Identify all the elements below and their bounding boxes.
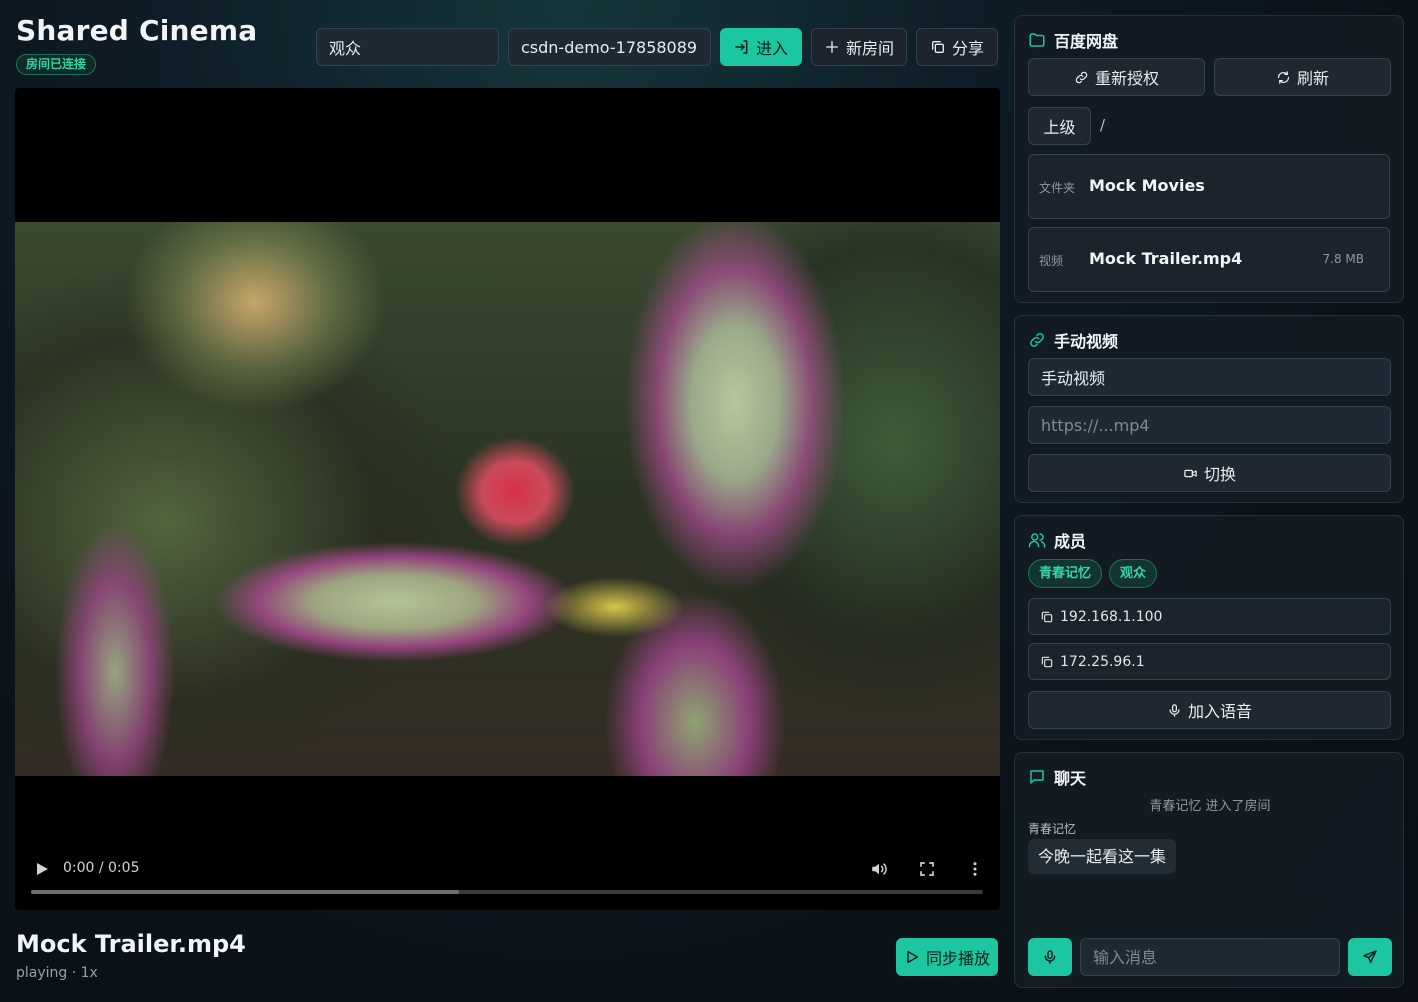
enter-room-button[interactable]: 进入 [720,28,802,66]
share-button[interactable]: 分享 [916,28,998,66]
video-controls: 0:00 / 0:05 [15,840,1000,910]
new-room-button[interactable]: 新房间 [811,28,907,66]
chat-icon [1030,770,1044,784]
now-playing-status: playing · 1x [16,965,98,981]
parent-dir-label: 上级 [1043,118,1076,137]
address-text: 172.25.96.1 [1060,653,1145,670]
baidu-panel-header: 百度网盘 [1028,28,1118,52]
refresh-label: 刷新 [1296,69,1329,88]
video-camera-icon [1184,469,1197,477]
mic-icon [1044,950,1056,964]
voice-message-button[interactable] [1028,938,1072,976]
file-name: Mock Trailer.mp4 [1089,249,1243,268]
file-row-folder[interactable]: 文件夹 Mock Movies [1028,154,1390,219]
sync-play-label: 同步播放 [925,949,990,968]
users-icon [1028,533,1046,548]
baidu-panel-title: 百度网盘 [1054,32,1119,51]
file-name: Mock Movies [1089,176,1205,195]
send-message-button[interactable] [1348,938,1392,976]
join-voice-button[interactable]: 加入语音 [1028,691,1391,729]
now-playing-title: Mock Trailer.mp4 [16,930,246,958]
manual-panel-title: 手动视频 [1054,332,1119,351]
link-icon [1075,71,1088,83]
video-progress-bar[interactable] [31,890,983,894]
manual-panel-header: 手动视频 [1028,328,1118,352]
members-panel-header: 成员 [1028,528,1086,552]
video-progress-fill [31,890,460,894]
parent-dir-button[interactable]: 上级 [1028,107,1091,145]
share-label: 分享 [951,39,984,58]
message-author: 青春记忆 [1028,822,1077,836]
copy-icon [1041,611,1053,622]
members-panel-title: 成员 [1054,532,1087,551]
folder-icon [1029,33,1045,47]
send-icon [1363,950,1377,964]
reauth-label: 重新授权 [1094,69,1159,88]
play-outline-icon [907,950,919,964]
refresh-icon [1277,70,1290,84]
copy-icon [931,41,944,53]
chat-panel: 聊天 青春记忆 进入了房间 青春记忆 今晚一起看这一集 [1014,752,1404,988]
chat-input[interactable] [1080,938,1340,976]
more-icon[interactable] [966,860,984,878]
file-size: 7.8 MB [1322,252,1364,266]
link-icon [1030,333,1044,347]
video-player[interactable]: 0:00 / 0:05 [15,88,1000,910]
volume-icon[interactable] [870,860,888,878]
member-chip: 观众 [1109,559,1158,588]
address-row[interactable]: 172.25.96.1 [1028,643,1391,680]
video-frame [15,222,1000,776]
enter-room-label: 进入 [755,39,788,58]
address-row[interactable]: 192.168.1.100 [1028,598,1391,635]
sync-play-button[interactable]: 同步播放 [896,938,998,976]
manual-video-name-input[interactable] [1028,358,1391,396]
page-title: Shared Cinema [16,14,258,47]
message-bubble: 今晚一起看这一集 [1028,839,1177,874]
mic-icon [1169,703,1180,717]
chat-panel-title: 聊天 [1054,769,1087,788]
fullscreen-icon[interactable] [918,860,936,878]
copy-icon [1041,656,1053,667]
manual-video-panel: 手动视频 切换 [1014,315,1404,503]
member-chip: 青春记忆 [1028,559,1103,588]
current-path: / [1100,116,1106,134]
role-input[interactable] [316,28,499,66]
manual-video-url-input[interactable] [1028,406,1391,444]
room-id-input[interactable] [508,28,711,66]
join-voice-label: 加入语音 [1187,702,1252,721]
status-badge: 房间已连接 [16,54,97,75]
plus-icon [825,41,838,53]
switch-video-button[interactable]: 切换 [1028,454,1391,492]
new-room-label: 新房间 [845,39,894,58]
baidu-pan-panel: 百度网盘 重新授权 刷新 上级 / 文件夹 Mock Movies 视频 Moc… [1014,15,1404,303]
system-message: 青春记忆 进入了房间 [1149,799,1271,814]
switch-video-label: 切换 [1203,465,1236,484]
chat-panel-header: 聊天 [1028,765,1086,789]
file-row-video[interactable]: 视频 Mock Trailer.mp4 7.8 MB [1028,227,1390,292]
reauth-button[interactable]: 重新授权 [1028,58,1205,96]
enter-icon [735,40,748,54]
file-type-label: 文件夹 [1039,181,1076,195]
file-type-label: 视频 [1039,254,1064,268]
refresh-button[interactable]: 刷新 [1214,58,1391,96]
address-text: 192.168.1.100 [1060,608,1163,625]
video-time: 0:00 / 0:05 [63,860,140,876]
play-icon[interactable] [35,862,49,876]
members-panel: 成员 青春记忆 观众 192.168.1.100 172.25.96.1 加入语… [1014,515,1404,740]
